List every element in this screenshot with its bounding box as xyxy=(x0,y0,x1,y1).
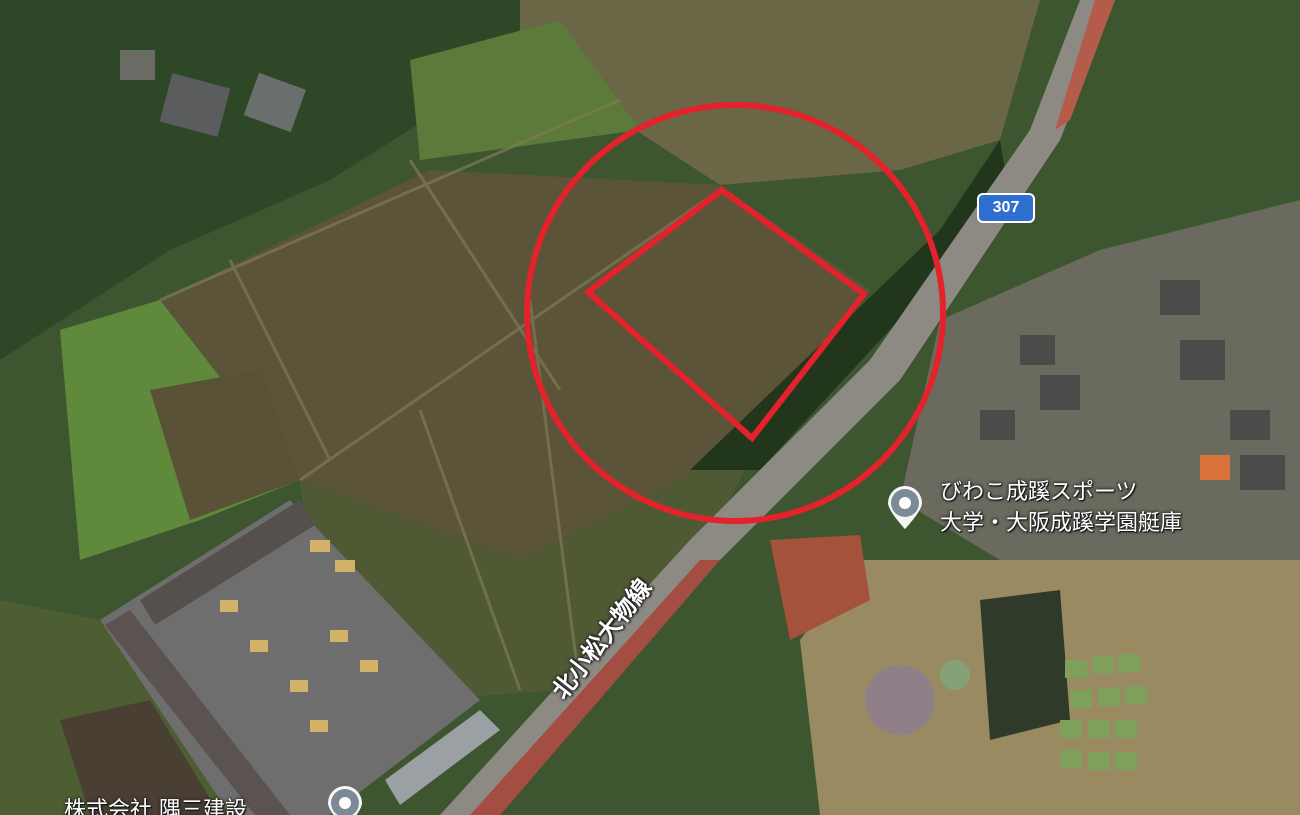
poi-label-line: 大学・大阪成蹊学園艇庫 xyxy=(940,511,1183,536)
poi-label[interactable]: びわこ成蹊スポーツ 大学・大阪成蹊学園艇庫 xyxy=(940,477,1182,539)
satellite-map[interactable]: 307 北小松大物線 びわこ成蹊スポーツ 大学・大阪成蹊学園艇庫 株式会社 隅三… xyxy=(0,0,1300,815)
poi-label[interactable]: 株式会社 隅三建設 xyxy=(64,795,247,815)
poi-label-line: びわこ成蹊スポーツ xyxy=(940,480,1138,505)
poi-label-line: 株式会社 隅三建設 xyxy=(64,798,247,815)
play-area xyxy=(940,660,970,690)
satellite-imagery xyxy=(0,0,1300,815)
trees xyxy=(980,590,1070,740)
route-number-shield: 307 xyxy=(977,193,1035,223)
house-roof xyxy=(120,50,155,80)
location-pin-icon[interactable] xyxy=(882,485,928,531)
play-area xyxy=(865,665,935,735)
location-pin-icon[interactable] xyxy=(322,785,368,815)
building-roof xyxy=(1200,455,1230,480)
